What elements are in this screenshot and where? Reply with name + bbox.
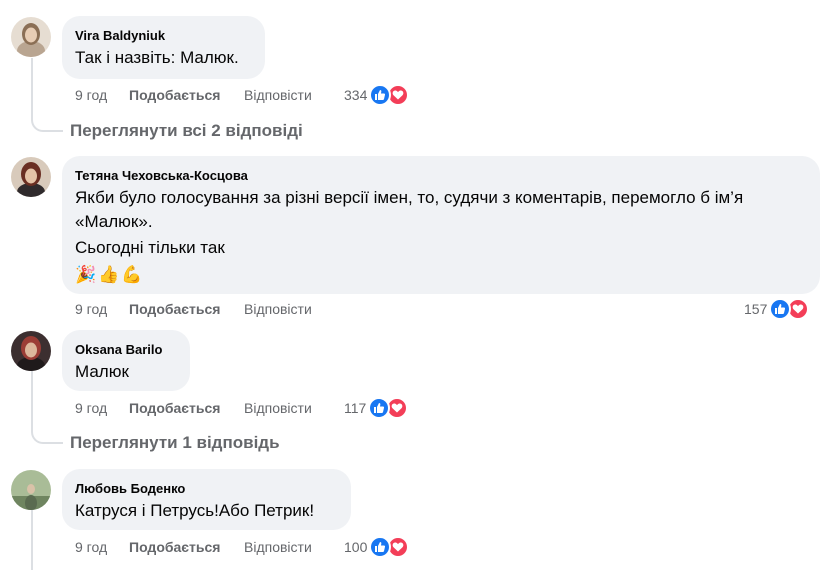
comment-actions: 9 год Подобається Відповісти bbox=[75, 539, 312, 555]
comment-bubble: Vira Baldyniuk Так і назвіть: Малюк. bbox=[62, 16, 265, 79]
comment-actions: 9 год Подобається Відповісти bbox=[75, 87, 312, 103]
comment-bubble: Oksana Barilo Малюк bbox=[62, 330, 190, 391]
view-replies-link[interactable]: Переглянути 1 відповідь bbox=[70, 433, 280, 453]
reply-button[interactable]: Відповісти bbox=[244, 400, 312, 416]
comment-bubble: Любовь Боденко Катруся і Петрусь!Або Пет… bbox=[62, 469, 351, 530]
avatar[interactable] bbox=[11, 470, 51, 510]
comment-text: Катруся і Петрусь!Або Петрик! bbox=[75, 501, 315, 520]
reaction-summary[interactable]: 100 bbox=[344, 536, 410, 558]
like-button[interactable]: Подобається bbox=[129, 87, 244, 103]
reaction-summary[interactable]: 117 bbox=[344, 397, 409, 419]
like-button[interactable]: Подобається bbox=[129, 301, 244, 317]
like-reaction-icon bbox=[769, 298, 792, 320]
like-reaction-icon bbox=[369, 84, 392, 106]
reaction-count: 334 bbox=[344, 87, 368, 103]
thread-connector bbox=[31, 371, 63, 444]
comment-author[interactable]: Тетяна Чеховська-Косцова bbox=[75, 167, 808, 185]
reply-button[interactable]: Відповісти bbox=[244, 87, 312, 103]
comment-actions: 9 год Подобається Відповісти bbox=[75, 400, 312, 416]
reaction-summary[interactable]: 157 bbox=[744, 298, 810, 320]
like-reaction-icon bbox=[369, 536, 392, 558]
reply-button[interactable]: Відповісти bbox=[244, 539, 312, 555]
avatar[interactable] bbox=[11, 331, 51, 371]
reply-button[interactable]: Відповісти bbox=[244, 301, 312, 317]
reaction-count: 100 bbox=[344, 539, 368, 555]
comment-author[interactable]: Oksana Barilo bbox=[75, 341, 178, 359]
avatar[interactable] bbox=[11, 17, 51, 57]
comment-time[interactable]: 9 год bbox=[75, 400, 129, 416]
comment-text: Так і назвіть: Малюк. bbox=[75, 48, 239, 67]
like-button[interactable]: Подобається bbox=[129, 539, 244, 555]
comment-text-line: Сьогодні тільки так bbox=[75, 238, 225, 257]
view-replies-link[interactable]: Переглянути всі 2 відповіді bbox=[70, 121, 303, 141]
like-button[interactable]: Подобається bbox=[129, 400, 244, 416]
comment-emojis: 🎉👍💪 bbox=[75, 265, 145, 284]
reaction-summary[interactable]: 334 bbox=[344, 84, 410, 106]
comment-text-line: «Малюк». bbox=[75, 212, 153, 231]
comment-bubble: Тетяна Чеховська-Косцова Якби було голос… bbox=[62, 156, 820, 294]
thread-connector bbox=[31, 58, 63, 132]
comment-time[interactable]: 9 год bbox=[75, 539, 129, 555]
thread-connector bbox=[31, 510, 33, 570]
comment-author[interactable]: Vira Baldyniuk bbox=[75, 27, 253, 45]
comment-text: Малюк bbox=[75, 362, 129, 381]
comment-author[interactable]: Любовь Боденко bbox=[75, 480, 339, 498]
comment-time[interactable]: 9 год bbox=[75, 301, 129, 317]
reaction-count: 157 bbox=[744, 301, 768, 317]
comment-actions: 9 год Подобається Відповісти bbox=[75, 301, 312, 317]
like-reaction-icon bbox=[368, 397, 391, 419]
comment-text-line: Якби було голосування за різні версії ім… bbox=[75, 188, 744, 207]
reaction-count: 117 bbox=[344, 400, 367, 416]
avatar[interactable] bbox=[11, 157, 51, 197]
comment-time[interactable]: 9 год bbox=[75, 87, 129, 103]
